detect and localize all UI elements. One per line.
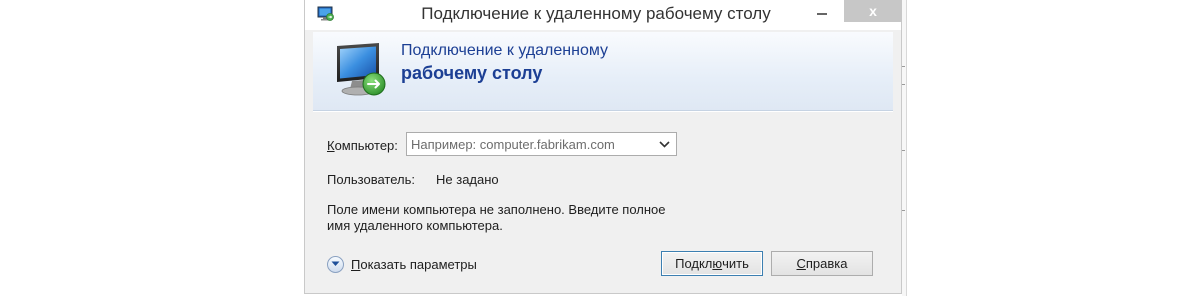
- banner-title-line2: рабочему столу: [401, 63, 543, 83]
- remote-desktop-monitor-icon: [333, 42, 393, 100]
- show-options-text: оказать параметры: [360, 256, 477, 272]
- computer-label-accel: К: [327, 138, 335, 153]
- connect-label-post: чить: [722, 256, 749, 271]
- rdp-dialog-window: Подключение к удаленному рабочему столу …: [304, 0, 902, 294]
- header-banner: Подключение к удаленному рабочему столу: [313, 32, 893, 111]
- background-window-tick: [902, 210, 905, 211]
- help-label-accel: С: [796, 256, 806, 271]
- minimize-icon: [817, 13, 827, 15]
- hint-text-line2: имя удаленного компьютера.: [327, 218, 503, 233]
- close-icon: x: [869, 3, 877, 19]
- show-options-toggle[interactable]: Показать параметры: [327, 254, 477, 274]
- title-bar[interactable]: Подключение к удаленному рабочему столу …: [305, 0, 902, 30]
- chevron-down-icon[interactable]: [654, 133, 674, 155]
- connect-button[interactable]: Подкл ю чить: [661, 251, 763, 276]
- show-options-accel: П: [351, 256, 361, 272]
- chevron-down-circle-icon[interactable]: [327, 255, 344, 273]
- help-label-text: правка: [805, 256, 848, 271]
- minimize-button[interactable]: [805, 0, 839, 22]
- connect-label-accel: ю: [712, 256, 723, 271]
- hint-text-line1: Поле имени компьютера не заполнено. Введ…: [327, 202, 666, 217]
- background-window-edge: [902, 0, 907, 296]
- close-button[interactable]: x: [844, 0, 902, 22]
- computer-input[interactable]: [407, 133, 656, 155]
- computer-label-text: омпьютер:: [334, 138, 398, 153]
- connect-label-pre: Подкл: [675, 256, 713, 271]
- banner-title-line1: Подключение к удаленному: [401, 42, 609, 59]
- help-button[interactable]: Справка: [771, 251, 873, 276]
- background-window-tick: [902, 84, 905, 85]
- background-window-tick: [902, 66, 905, 67]
- screenshot-stage: Подключение к удаленному рабочему столу …: [0, 0, 1200, 296]
- computer-label: Компьютер:: [327, 138, 398, 153]
- show-options-label[interactable]: Показать параметры: [351, 257, 477, 272]
- user-value: Не задано: [436, 172, 499, 187]
- user-label: Пользователь:: [327, 172, 415, 187]
- banner-divider: [313, 111, 893, 112]
- background-window-tick: [902, 150, 905, 151]
- computer-combobox[interactable]: [406, 132, 677, 156]
